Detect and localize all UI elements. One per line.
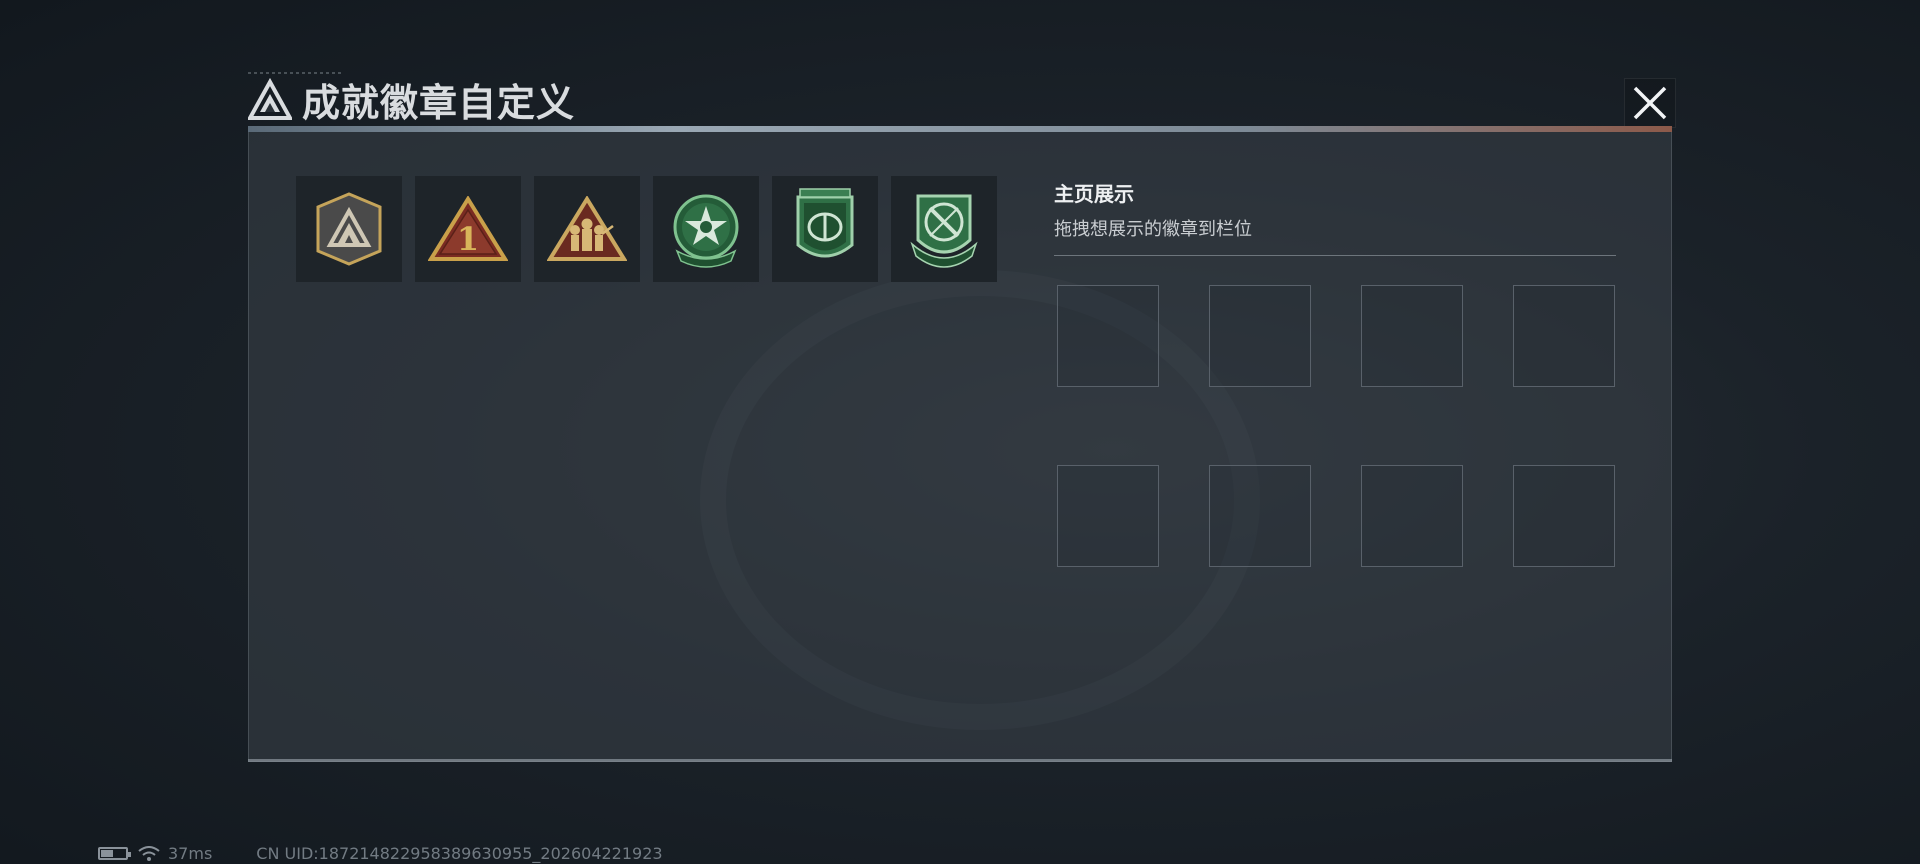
close-icon (1633, 86, 1667, 120)
shield-peak-badge-icon (316, 192, 382, 266)
panel-top-accent (248, 126, 1672, 132)
user-uid: CN UID:187214822958389630955_20260422192… (256, 844, 663, 863)
crossed-knife-badge-icon (910, 194, 978, 268)
showcase-slot-6[interactable] (1209, 465, 1311, 567)
eye-shield-badge-icon (796, 188, 854, 258)
status-bar: 37ms CN UID:187214822958389630955_202604… (98, 844, 663, 863)
showcase-slot-4[interactable] (1513, 285, 1615, 387)
showcase-title: 主页展示 (1054, 182, 1134, 206)
battery-icon (98, 847, 131, 860)
dialog-header: 成就徽章自定义 (248, 72, 575, 127)
badge-item[interactable] (653, 176, 759, 282)
showcase-slot-3[interactable] (1361, 285, 1463, 387)
badge-item[interactable] (772, 176, 878, 282)
panel-bottom-line (248, 759, 1672, 762)
showcase-slot-grid (1057, 285, 1615, 567)
svg-text:1: 1 (457, 220, 479, 258)
badge-item[interactable] (296, 176, 402, 282)
showcase-slot-1[interactable] (1057, 285, 1159, 387)
badge-item[interactable] (534, 176, 640, 282)
squad-triangle-badge-icon (547, 196, 627, 261)
game-logo-icon (248, 77, 292, 120)
star-circle-badge-icon (673, 194, 739, 268)
showcase-slot-7[interactable] (1361, 465, 1463, 567)
homepage-showcase: 主页展示 拖拽想展示的徽章到栏位 (1054, 178, 1616, 256)
badge-list: 1 (296, 176, 997, 282)
badge-item[interactable] (891, 176, 997, 282)
ping-value: 37ms (168, 844, 213, 863)
showcase-slot-2[interactable] (1209, 285, 1311, 387)
rank-one-triangle-badge-icon: 1 (428, 196, 508, 261)
wifi-icon (138, 845, 160, 861)
page-title: 成就徽章自定义 (302, 81, 576, 125)
divider (1054, 255, 1616, 256)
showcase-slot-8[interactable] (1513, 465, 1615, 567)
badge-item[interactable]: 1 (415, 176, 521, 282)
showcase-instruction: 拖拽想展示的徽章到栏位 (1054, 219, 1252, 240)
close-button[interactable] (1624, 78, 1676, 128)
showcase-slot-5[interactable] (1057, 465, 1159, 567)
